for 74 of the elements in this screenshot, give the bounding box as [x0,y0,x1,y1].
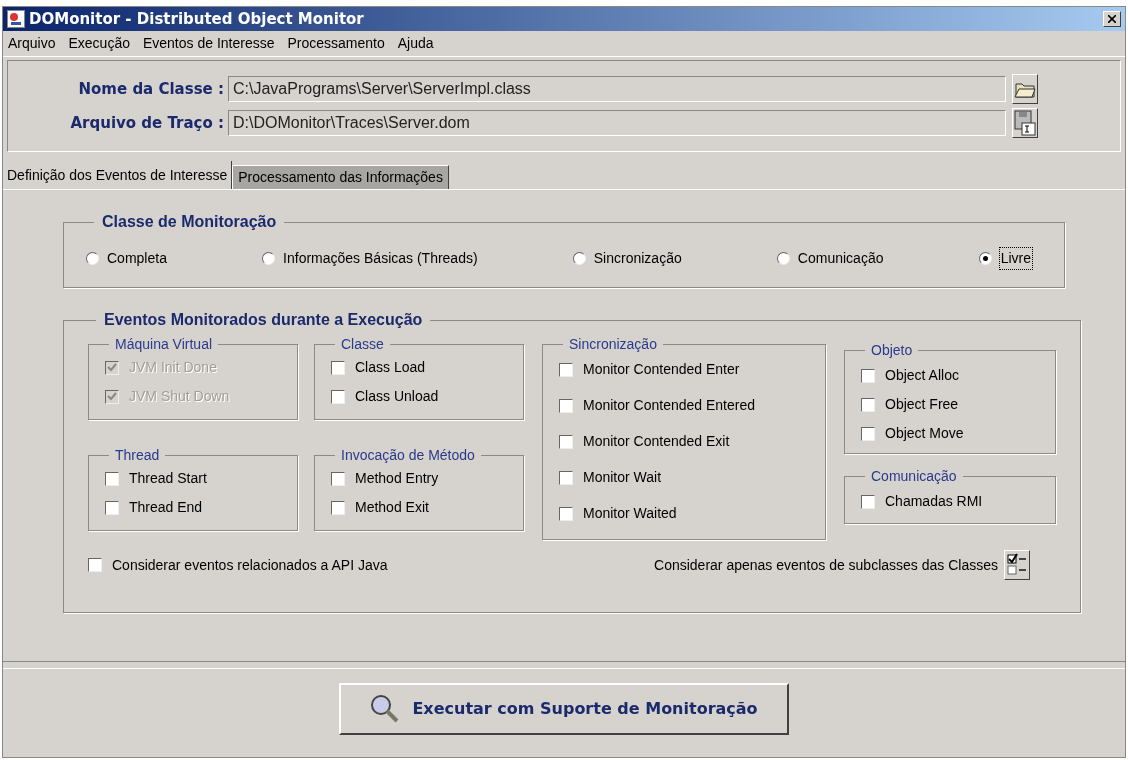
radio-button[interactable] [572,251,586,265]
checkbox[interactable] [331,360,345,375]
checkbox-label: Method Exit [355,498,429,517]
menu-item[interactable]: Processamento [287,33,385,54]
group-title: Classe [340,335,385,354]
option-label: Considerar eventos relacionados a API Java [112,555,388,575]
close-icon [1108,15,1116,23]
radio-label: Livre [999,247,1032,269]
radio-button[interactable] [262,251,276,265]
checkbox-label: Method Entry [355,469,439,488]
menu-item[interactable]: Arquivo [8,33,56,54]
radio-label: Informações Básicas (Threads) [283,248,478,268]
window-title: DOMonitor - Distributed Object Monitor [29,8,364,30]
checkbox[interactable] [331,500,345,515]
group-title: Classe de Monitoração [101,212,278,232]
checklist-icon [1007,553,1027,577]
class-list-button[interactable] [1004,550,1030,580]
checkbox-label: Thread Start [129,469,207,488]
checkbox-label: Object Alloc [885,366,959,385]
checkbox-label: Monitor Contended Entered [583,396,755,415]
checkbox-label: Monitor Wait [583,468,662,487]
radio-button[interactable] [86,251,99,265]
magnifier-icon [370,694,401,724]
radio-button[interactable] [978,251,992,265]
group-title: Eventos Monitorados durante a Execução [103,310,424,330]
checkbox[interactable] [559,470,573,485]
group-title: Invocação de Método [340,446,476,465]
checkbox-label: Class Load [355,358,426,377]
menu-item[interactable]: Eventos de Interesse [142,33,275,54]
checkbox[interactable] [105,500,119,515]
radio-label: Comunicação [797,248,884,268]
checkbox[interactable] [559,434,573,449]
checkbox[interactable] [861,426,875,441]
field-label: Nome da Classe : [77,78,224,100]
checkbox[interactable] [331,471,345,486]
app-icon [7,10,25,28]
checkbox-label: Monitor Contended Enter [583,360,740,379]
checkbox[interactable] [861,494,875,509]
group-title: Máquina Virtual [114,335,214,354]
checkbox-label: Thread End [129,498,203,517]
checkbox[interactable] [331,389,345,404]
folder-icon [1014,80,1036,98]
close-button[interactable] [1103,11,1121,27]
save-button[interactable] [1012,108,1038,138]
path-field[interactable]: D:\DOMonitor\Traces\Server.dom [228,110,1006,136]
group-title: Sincronização [568,335,658,354]
checkbox-label: Monitor Contended Exit [583,432,730,451]
menu-item[interactable]: Ajuda [397,33,434,54]
checkbox-label: Object Move [885,424,964,443]
checkbox[interactable] [559,362,573,377]
radio-button[interactable] [776,251,790,265]
execute-button[interactable]: Executar com Suporte de Monitoração [339,683,789,735]
radio-label: Completa [107,248,167,268]
open-button[interactable] [1012,74,1038,104]
menu-item[interactable]: Execução [68,33,130,54]
option-label: Considerar apenas eventos de subclasses das Classes [654,555,998,575]
group-title: Objeto [870,341,914,360]
checkbox[interactable] [105,471,119,486]
checkbox-label: Class Unload [355,387,439,406]
path-field[interactable]: C:\JavaPrograms\Server\ServerImpl.class [228,76,1006,102]
checkbox-label: Object Free [885,395,959,414]
checkbox[interactable] [88,558,102,572]
checkbox[interactable] [861,368,875,383]
checkbox[interactable] [861,397,875,412]
checkbox-label: Monitor Waited [583,504,677,523]
tab[interactable]: Processamento das Informações [232,165,449,189]
group-title: Thread [114,446,161,465]
checkbox[interactable] [559,506,573,521]
floppy-disk-icon [1014,110,1036,136]
field-label: Arquivo de Traço : [69,112,224,134]
checkbox[interactable] [559,398,573,413]
radio-label: Sincronização [593,248,682,268]
checkbox-label: Chamadas RMI [885,492,983,511]
group-title: Comunicação [870,467,958,486]
